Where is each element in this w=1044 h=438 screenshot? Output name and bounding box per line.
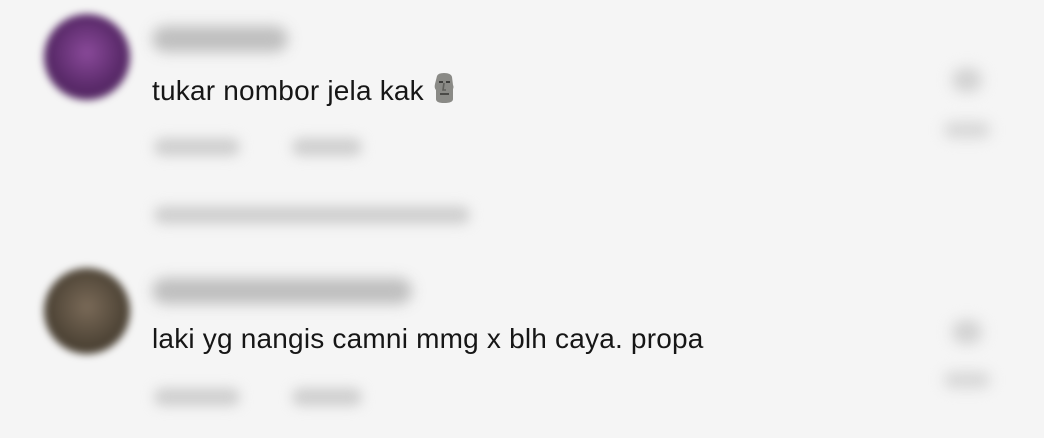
moai-icon [432, 72, 456, 104]
reply-button-blurred[interactable] [292, 138, 362, 156]
timestamp-blurred [154, 388, 240, 406]
comment-item: tukar nombor jela kak [0, 0, 1044, 250]
comment-text: tukar nombor jela kak [152, 72, 456, 107]
username-blurred[interactable] [152, 278, 412, 304]
reply-button-blurred[interactable] [292, 388, 362, 406]
like-count-blurred [944, 372, 990, 388]
comment-text-content: tukar nombor jela kak [152, 75, 424, 106]
username-blurred[interactable] [152, 26, 288, 52]
like-count-blurred [944, 122, 990, 138]
comment-text: laki yg nangis camni mmg x blh caya. pro… [152, 323, 704, 354]
view-replies-blurred[interactable] [154, 206, 470, 224]
comment-item: laki yg nangis camni mmg x blh caya. pro… [0, 250, 1044, 438]
avatar[interactable] [44, 14, 130, 100]
heart-icon[interactable] [952, 68, 982, 92]
avatar[interactable] [44, 268, 130, 354]
timestamp-blurred [154, 138, 240, 156]
heart-icon[interactable] [952, 320, 982, 344]
